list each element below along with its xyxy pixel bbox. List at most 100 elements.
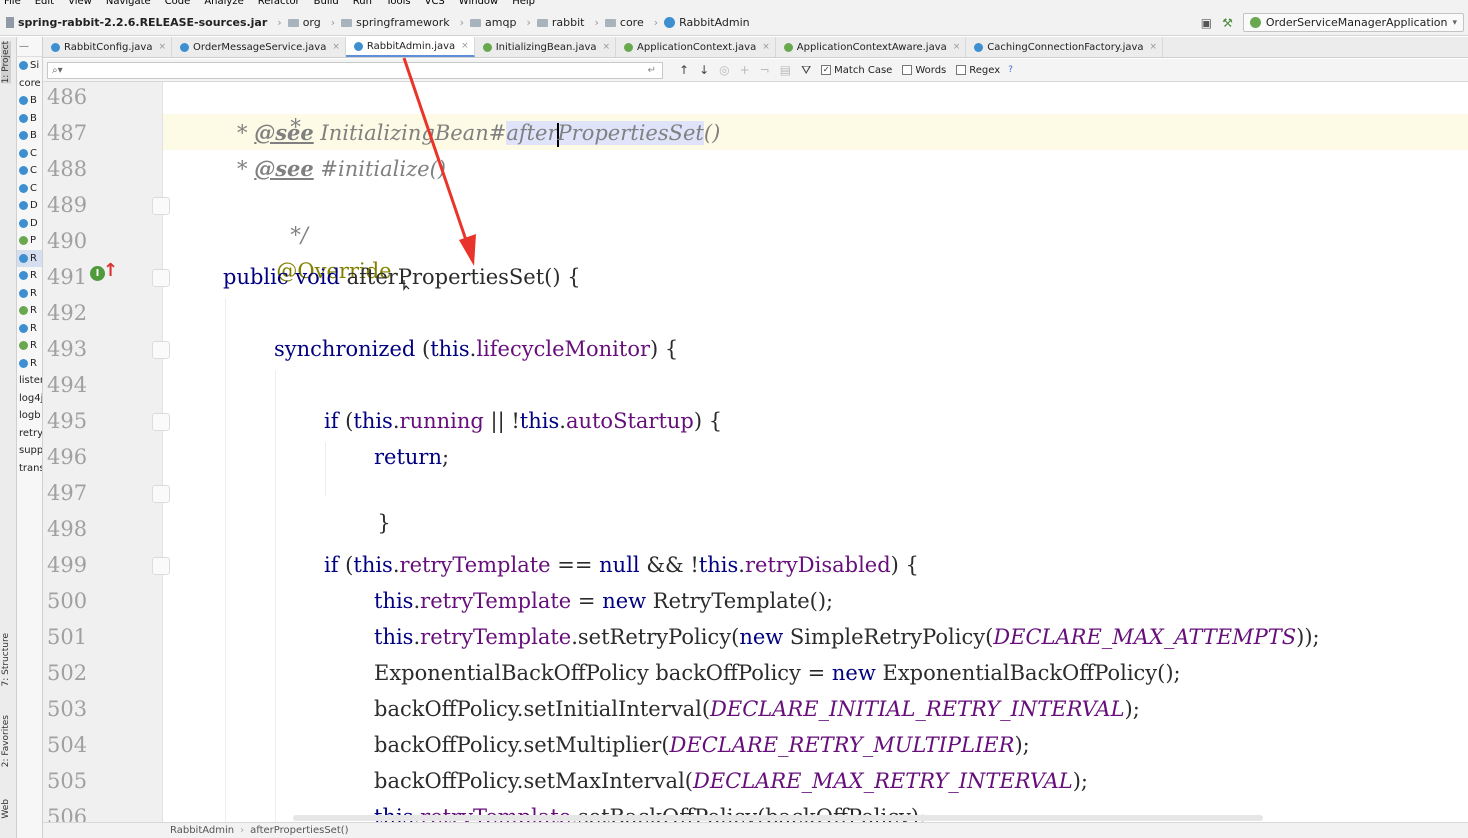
- find-in-file-icon[interactable]: ◎: [719, 63, 729, 77]
- project-tree-item[interactable]: log4j: [17, 390, 42, 408]
- arrow-down-icon[interactable]: ↓: [699, 63, 709, 77]
- menu-bar: File Edit View Navigate Code Analyze Ref…: [0, 0, 1468, 10]
- menu-vcs[interactable]: VCS: [425, 0, 445, 10]
- menu-analyze[interactable]: Analyze: [204, 0, 243, 10]
- code-area[interactable]: * * @see InitializingBean#afterPropertie…: [163, 82, 1468, 822]
- tool-window-project[interactable]: 1: Project: [1, 41, 11, 84]
- chevron-down-icon: ▾: [1452, 17, 1457, 28]
- tab-rabbitconfig[interactable]: RabbitConfig.java ×: [43, 37, 173, 57]
- nav-crumb-rabbit[interactable]: rabbit: [536, 16, 584, 29]
- project-tree-item[interactable]: C: [17, 162, 42, 180]
- nav-crumb-amqp[interactable]: amqp: [470, 16, 516, 29]
- add-occurrence-icon[interactable]: +: [740, 63, 750, 77]
- project-tree-item[interactable]: D: [17, 197, 42, 215]
- project-tree-item[interactable]: P: [17, 232, 42, 250]
- project-tree-item[interactable]: R: [17, 355, 42, 373]
- nav-crumb-springframework[interactable]: springframework: [341, 16, 450, 29]
- project-tree-item-selected[interactable]: R: [17, 249, 42, 267]
- project-tree-item[interactable]: B: [17, 110, 42, 128]
- menu-code[interactable]: Code: [165, 0, 191, 10]
- find-search-box[interactable]: ⌕▾ ↵: [47, 61, 663, 79]
- project-tree-item[interactable]: C: [17, 180, 42, 198]
- menu-file[interactable]: File: [4, 0, 21, 10]
- menu-navigate[interactable]: Navigate: [106, 0, 151, 10]
- run-configuration-label: OrderServiceManagerApplication: [1265, 16, 1448, 29]
- tab-applicationcontext[interactable]: ApplicationContext.java ×: [616, 37, 776, 57]
- class-icon: [19, 253, 28, 263]
- window-layout-icon[interactable]: ▣: [1201, 16, 1212, 30]
- remove-occurrence-icon[interactable]: ¬: [760, 63, 770, 77]
- tab-initializingbean[interactable]: InitializingBean.java ×: [475, 37, 617, 57]
- line-number: 499: [47, 553, 88, 577]
- nav-crumb-core[interactable]: core: [604, 16, 644, 29]
- project-tree-item[interactable]: R: [17, 285, 42, 303]
- match-case-checkbox[interactable]: ✓ Match Case: [821, 65, 892, 76]
- menu-help[interactable]: Help: [512, 0, 535, 10]
- menu-edit[interactable]: Edit: [35, 0, 54, 10]
- project-tree-item[interactable]: B: [17, 127, 42, 145]
- nav-crumb-jar[interactable]: spring-rabbit-2.2.6.RELEASE-sources.jar: [6, 16, 267, 29]
- class-icon: [19, 183, 28, 193]
- tool-window-web[interactable]: Web: [1, 799, 11, 819]
- arrow-up-icon[interactable]: ↑: [679, 63, 689, 77]
- project-tree-item[interactable]: logb: [17, 407, 42, 425]
- close-icon[interactable]: ×: [953, 42, 961, 52]
- tool-window-favorites[interactable]: 2: Favorites: [1, 715, 11, 767]
- overridden-arrow-icon[interactable]: ↑: [103, 260, 118, 281]
- close-icon[interactable]: ×: [1150, 42, 1158, 52]
- project-tree-item[interactable]: R: [17, 320, 42, 338]
- menu-window[interactable]: Window: [459, 0, 498, 10]
- close-icon[interactable]: ×: [603, 42, 611, 52]
- tab-ordermessageservice[interactable]: OrderMessageService.java ×: [172, 37, 346, 57]
- regex-checkbox[interactable]: Regex: [956, 65, 1000, 76]
- project-tree-item[interactable]: Si: [17, 57, 42, 75]
- breadcrumb-class[interactable]: RabbitAdmin: [170, 825, 234, 836]
- filter-icon[interactable]: ⛛: [801, 63, 811, 78]
- select-all-occurrences-icon[interactable]: ▤: [780, 63, 791, 77]
- horizontal-scrollbar[interactable]: [293, 815, 1263, 821]
- code-editor[interactable]: 486 487 488 489 490 491 492 493 494 495 …: [43, 82, 1468, 822]
- run-configuration-selector[interactable]: OrderServiceManagerApplication ▾: [1242, 13, 1464, 32]
- menu-build[interactable]: Build: [314, 0, 339, 10]
- new-line-icon[interactable]: ↵: [648, 65, 656, 76]
- project-tree-item[interactable]: R: [17, 337, 42, 355]
- project-tree-item[interactable]: B: [17, 92, 42, 110]
- breadcrumb-method[interactable]: afterPropertiesSet(): [250, 825, 348, 836]
- nav-crumb-rabbitadmin[interactable]: RabbitAdmin: [664, 16, 750, 29]
- regex-help-link[interactable]: ?: [1008, 65, 1013, 75]
- close-icon[interactable]: ×: [332, 42, 340, 52]
- project-tree-item[interactable]: supp: [17, 442, 42, 460]
- project-tree-item[interactable]: listen: [17, 372, 42, 390]
- close-icon[interactable]: ×: [762, 42, 770, 52]
- interface-icon: [482, 42, 492, 52]
- line-number: 500: [47, 589, 88, 613]
- class-icon: [19, 358, 28, 368]
- close-icon[interactable]: ×: [158, 42, 166, 52]
- code-line-489: */: [290, 223, 308, 247]
- collapse-icon[interactable]: —: [19, 41, 29, 52]
- nav-crumb-label: RabbitAdmin: [679, 16, 750, 29]
- folder-icon: [341, 18, 353, 27]
- project-tree-item[interactable]: D: [17, 215, 42, 233]
- words-checkbox[interactable]: Words: [902, 65, 946, 76]
- tab-cachingconnectionfactory[interactable]: CachingConnectionFactory.java ×: [966, 37, 1164, 57]
- tab-applicationcontextaware[interactable]: ApplicationContextAware.java ×: [776, 37, 967, 57]
- project-tree-item[interactable]: C: [17, 145, 42, 163]
- tab-rabbitadmin[interactable]: RabbitAdmin.java ×: [345, 37, 475, 57]
- project-tree-item[interactable]: core: [17, 75, 42, 93]
- menu-tools[interactable]: Tools: [386, 0, 411, 10]
- build-hammer-icon[interactable]: ⚒: [1222, 16, 1233, 30]
- project-tree-item[interactable]: R: [17, 267, 42, 285]
- project-tree-item[interactable]: retry: [17, 425, 42, 443]
- find-input[interactable]: [75, 64, 636, 76]
- menu-run[interactable]: Run: [353, 0, 372, 10]
- navigation-bar: spring-rabbit-2.2.6.RELEASE-sources.jar …: [0, 10, 1468, 36]
- project-tree-item[interactable]: trans: [17, 460, 42, 478]
- close-icon[interactable]: ×: [461, 41, 469, 51]
- menu-refactor[interactable]: Refactor: [258, 0, 300, 10]
- menu-view[interactable]: View: [68, 0, 92, 10]
- tool-window-structure[interactable]: 7: Structure: [1, 633, 11, 687]
- nav-crumb-org[interactable]: org: [287, 16, 321, 29]
- project-tree-item[interactable]: R: [17, 302, 42, 320]
- line-number: 494: [47, 373, 88, 397]
